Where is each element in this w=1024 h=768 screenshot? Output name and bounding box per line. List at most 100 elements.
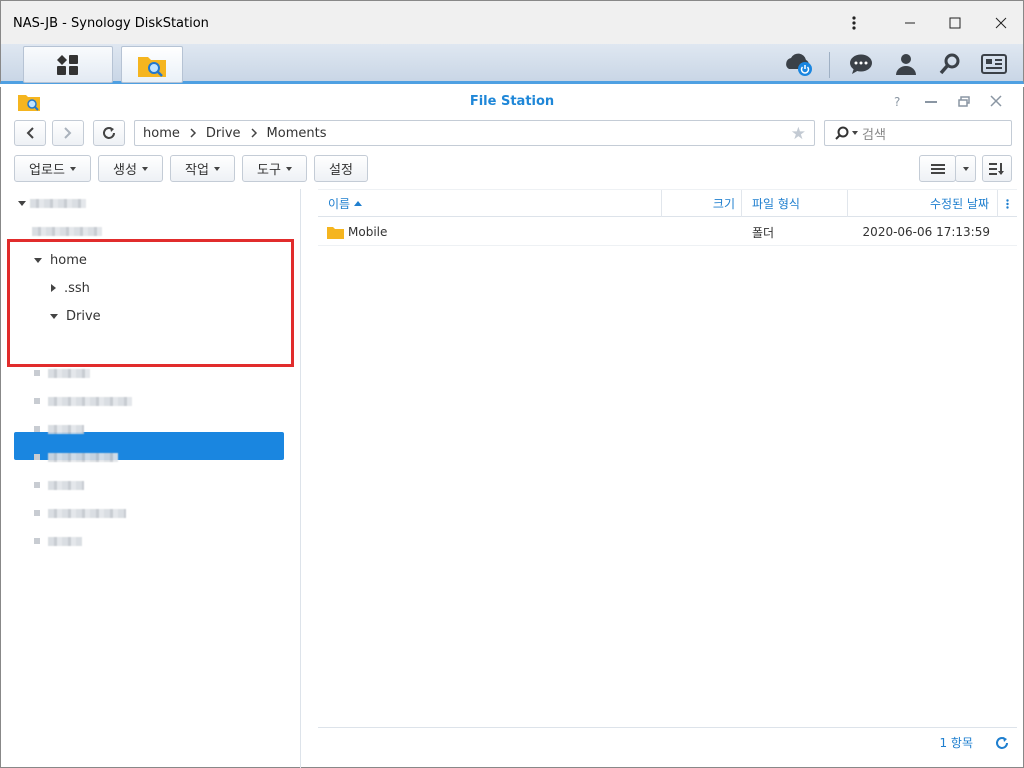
blurred-label xyxy=(30,198,86,208)
file-name: Mobile xyxy=(348,225,388,239)
caret-icon xyxy=(34,370,40,376)
app-minimize-icon[interactable] xyxy=(925,101,937,103)
tree-node-blurred[interactable] xyxy=(34,527,82,555)
app-title: File Station xyxy=(469,94,555,109)
caret-down-icon xyxy=(141,166,148,171)
expand-caret-icon xyxy=(18,200,26,206)
action-label: 작업 xyxy=(185,163,209,178)
forward-button[interactable] xyxy=(52,120,84,146)
column-size-label: 크기 xyxy=(712,197,735,211)
tools-button[interactable]: 도구 xyxy=(242,155,307,182)
dsm-taskbar xyxy=(0,44,1024,84)
path-separator-icon xyxy=(190,128,196,138)
sort-ascending-icon xyxy=(354,200,363,206)
item-count: 1 항목 xyxy=(939,736,973,750)
blurred-label xyxy=(48,452,118,462)
path-bar[interactable]: home Drive Moments ★ xyxy=(134,120,815,146)
tree-node-blurred[interactable] xyxy=(34,499,126,527)
minimize-icon[interactable] xyxy=(895,9,925,37)
caret-down-icon xyxy=(285,166,292,171)
blurred-label xyxy=(32,226,102,236)
search-options-caret-icon[interactable] xyxy=(852,131,858,135)
column-name-header[interactable]: 이름 xyxy=(318,190,662,217)
tree-node-blurred[interactable] xyxy=(34,415,84,443)
caret-icon xyxy=(34,538,40,544)
red-annotation-box xyxy=(7,239,294,367)
caret-icon xyxy=(34,510,40,516)
column-type-header[interactable]: 파일 형식 xyxy=(742,190,848,217)
tree-node-blurred[interactable] xyxy=(34,471,84,499)
file-modified: 2020-06-06 17:13:59 xyxy=(862,225,990,239)
more-options-icon[interactable] xyxy=(839,9,869,37)
blurred-label xyxy=(48,508,126,518)
chevron-left-icon xyxy=(26,127,34,139)
app-close-icon[interactable] xyxy=(990,95,1002,111)
user-icon[interactable] xyxy=(889,48,923,80)
caret-down-icon xyxy=(69,166,76,171)
widgets-icon[interactable] xyxy=(977,48,1011,80)
help-icon[interactable]: ? xyxy=(894,95,900,109)
create-button[interactable]: 생성 xyxy=(98,155,163,182)
tree-node-shared-root[interactable] xyxy=(18,189,86,217)
close-icon[interactable] xyxy=(986,9,1016,37)
chat-icon[interactable] xyxy=(844,48,878,80)
create-label: 생성 xyxy=(113,163,137,178)
search-placeholder: 검색 xyxy=(862,127,886,143)
path-segment-moments[interactable]: Moments xyxy=(267,126,327,141)
caret-icon xyxy=(34,482,40,488)
favorite-star-icon[interactable]: ★ xyxy=(791,124,806,144)
blurred-label xyxy=(48,396,132,406)
view-mode-button[interactable] xyxy=(919,155,956,182)
view-mode-dropdown[interactable] xyxy=(955,155,976,182)
cloud-sync-icon[interactable] xyxy=(781,48,815,80)
refresh-icon[interactable] xyxy=(995,736,1009,750)
file-type: 폴더 xyxy=(752,225,775,240)
table-row[interactable]: Mobile 폴더 2020-06-06 17:13:59 xyxy=(318,218,1017,246)
path-segment-home[interactable]: home xyxy=(143,126,180,141)
blurred-label xyxy=(48,536,82,546)
caret-down-icon xyxy=(213,166,220,171)
column-size-header[interactable]: 크기 xyxy=(662,190,742,217)
folder-icon xyxy=(327,227,344,239)
column-modified-header[interactable]: 수정된 날짜 xyxy=(848,190,998,217)
caret-icon xyxy=(34,398,40,404)
file-station-taskbar-button[interactable] xyxy=(121,46,183,83)
file-list-header: 이름 크기 파일 형식 수정된 날짜 xyxy=(318,189,1017,217)
tools-label: 도구 xyxy=(257,163,281,178)
path-segment-drive[interactable]: Drive xyxy=(206,126,241,141)
action-button[interactable]: 작업 xyxy=(170,155,235,182)
blurred-label xyxy=(48,480,84,490)
search-icon[interactable] xyxy=(933,48,967,80)
chevron-right-icon xyxy=(64,127,72,139)
sort-button[interactable] xyxy=(982,155,1012,182)
column-options-icon[interactable] xyxy=(998,190,1017,217)
apps-grid-icon xyxy=(57,54,78,75)
status-bar: 1 항목 xyxy=(318,727,1017,757)
app-restore-icon[interactable] xyxy=(958,96,970,111)
tree-node-blurred[interactable] xyxy=(34,387,132,415)
path-separator-icon xyxy=(251,128,257,138)
column-modified-label: 수정된 날짜 xyxy=(929,197,989,211)
refresh-icon xyxy=(103,127,115,139)
blurred-label xyxy=(48,368,90,378)
file-size xyxy=(662,218,742,246)
search-icon xyxy=(835,126,849,140)
settings-label: 설정 xyxy=(329,163,353,178)
search-field[interactable]: 검색 xyxy=(824,120,1012,146)
maximize-icon[interactable] xyxy=(940,9,970,37)
file-station-icon xyxy=(138,56,166,77)
refresh-button[interactable] xyxy=(93,120,125,146)
settings-button[interactable]: 설정 xyxy=(314,155,368,182)
tree-node-blurred[interactable] xyxy=(34,443,118,471)
file-station-window: File Station ? home Drive Moments ★ 검색 업… xyxy=(0,87,1024,768)
window-titlebar: NAS-JB - Synology DiskStation xyxy=(0,0,1024,44)
caret-down-icon xyxy=(962,166,969,171)
back-button[interactable] xyxy=(14,120,46,146)
caret-icon xyxy=(34,454,40,460)
blurred-label xyxy=(48,424,84,434)
main-menu-button[interactable] xyxy=(23,46,113,83)
upload-button[interactable]: 업로드 xyxy=(14,155,91,182)
sort-icon xyxy=(989,162,1004,175)
upload-label: 업로드 xyxy=(29,163,65,178)
column-type-label: 파일 형식 xyxy=(752,197,800,211)
